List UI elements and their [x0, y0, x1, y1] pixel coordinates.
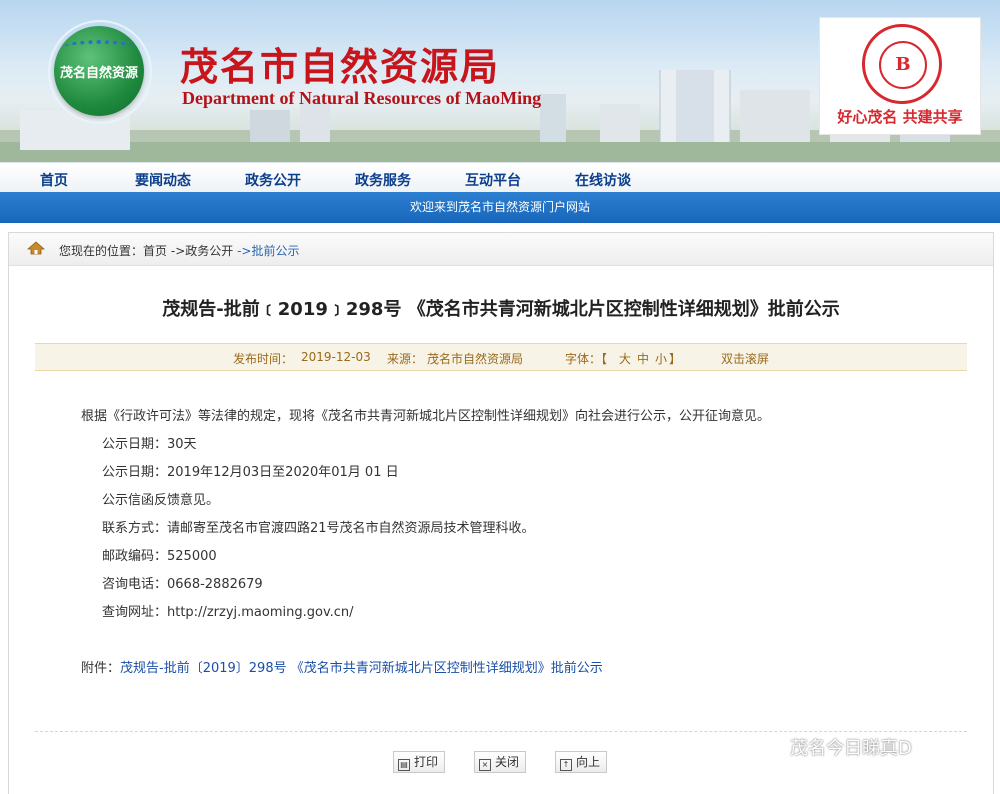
article-meta: 发布时间： 2019-12-03 来源： 茂名市自然资源局 字体：【 大 中 小… [35, 343, 967, 371]
promo-badge[interactable]: B 好心茂名 共建共享 [819, 17, 981, 135]
watermark-text: 茂名今日睇真D [790, 738, 912, 759]
attachment: 附件：茂规告-批前〔2019〕298号 《茂名市共青河新城北片区控制性详细规划》… [81, 657, 603, 676]
meta-font-close: 】 [669, 352, 682, 366]
watermark: 茂名今日睇真D [760, 734, 912, 760]
site-title: 茂名市自然资源局 [180, 44, 501, 89]
double-click-scroll[interactable]: 双击滚屏 [721, 350, 769, 367]
nav-item-gov-affairs[interactable]: 政务公开 [245, 170, 301, 190]
home-icon [27, 241, 45, 255]
meta-source: 茂名市自然资源局 [427, 352, 524, 366]
breadcrumb-prefix: 您现在的位置： [59, 244, 144, 258]
arrow-up-icon: ↑ [560, 759, 572, 771]
bureau-logo[interactable]: 茂名自然资源 [48, 20, 152, 124]
article-body: 根据《行政许可法》等法律的规定，现将《茂名市共青河新城北片区控制性详细规划》向社… [81, 403, 770, 627]
nav-item-gov-services[interactable]: 政务服务 [355, 170, 411, 190]
article-paragraph: 邮政编码：525000 [102, 549, 217, 564]
content-divider [35, 731, 967, 732]
print-button[interactable]: ▤ 打印 [393, 751, 446, 773]
nav-item-home[interactable]: 首页 [40, 170, 68, 190]
breadcrumb-current[interactable]: ->批前公示 [237, 244, 299, 258]
article-paragraph: 公示日期：30天 [102, 437, 197, 452]
attachment-label: 附件： [81, 661, 121, 676]
main-nav: 首页 要闻动态 政务公开 政务服务 互动平台 在线访谈 [0, 162, 1000, 193]
attachment-link[interactable]: 茂规告-批前〔2019〕298号 《茂名市共青河新城北片区控制性详细规划》批前公… [120, 661, 603, 676]
close-button[interactable]: × 关闭 [474, 751, 527, 773]
print-label: 打印 [414, 755, 439, 769]
wechat-icon [760, 738, 785, 756]
nav-item-interaction[interactable]: 互动平台 [465, 170, 521, 190]
promo-seal-icon: B [862, 24, 942, 104]
font-size-small[interactable]: 小 [655, 350, 667, 367]
top-label: 向上 [576, 755, 601, 769]
content-frame: 您现在的位置：首页 ->政务公开 ->批前公示 茂规告-批前﹝2019﹞298号… [8, 232, 994, 794]
article-paragraph: 联系方式：请邮寄至茂名市官渡四路21号茂名市自然资源局技术管理科收。 [102, 521, 535, 536]
printer-icon: ▤ [398, 759, 410, 771]
nav-item-online-interview[interactable]: 在线访谈 [575, 170, 631, 190]
close-icon: × [479, 759, 491, 771]
logo-dots [64, 40, 134, 54]
breadcrumb: 您现在的位置：首页 ->政务公开 ->批前公示 [9, 233, 993, 266]
article-paragraph: 根据《行政许可法》等法律的规定，现将《茂名市共青河新城北片区控制性详细规划》向社… [81, 409, 771, 424]
font-size-medium[interactable]: 中 [637, 350, 649, 367]
logo-text: 茂名自然资源 [59, 66, 138, 81]
site-subtitle: Department of Natural Resources of MaoMi… [182, 88, 542, 108]
breadcrumb-gov-affairs[interactable]: ->政务公开 [171, 244, 233, 258]
article-paragraph: 公示信函反馈意见。 [102, 493, 220, 508]
article-paragraph: 查询网址：http://zrzyj.maoming.gov.cn/ [102, 605, 354, 620]
article-title: 茂规告-批前﹝2019﹞298号 《茂名市共青河新城北片区控制性详细规划》批前公… [162, 299, 840, 320]
welcome-bar: 欢迎来到茂名市自然资源门户网站 [0, 192, 1000, 223]
breadcrumb-text: 您现在的位置：首页 ->政务公开 ->批前公示 [59, 242, 299, 259]
breadcrumb-home[interactable]: 首页 [143, 244, 167, 258]
back-to-top-button[interactable]: ↑ 向上 [555, 751, 608, 773]
nav-item-news[interactable]: 要闻动态 [135, 170, 191, 190]
meta-font-label: 字体：【 [565, 352, 608, 366]
meta-source-label: 来源： [387, 352, 424, 366]
meta-date: 2019-12-03 [301, 350, 371, 364]
promo-slogan: 好心茂名 共建共享 [837, 108, 963, 126]
article-paragraph: 公示日期：2019年12月03日至2020年01月 01 日 [102, 465, 399, 480]
close-label: 关闭 [495, 755, 520, 769]
header-banner: 茂名自然资源 茂名市自然资源局 Department of Natural Re… [0, 0, 1000, 162]
meta-date-label: 发布时间： [233, 352, 294, 366]
font-size-large[interactable]: 大 [619, 350, 631, 367]
article-paragraph: 咨询电话：0668-2882679 [102, 577, 263, 592]
